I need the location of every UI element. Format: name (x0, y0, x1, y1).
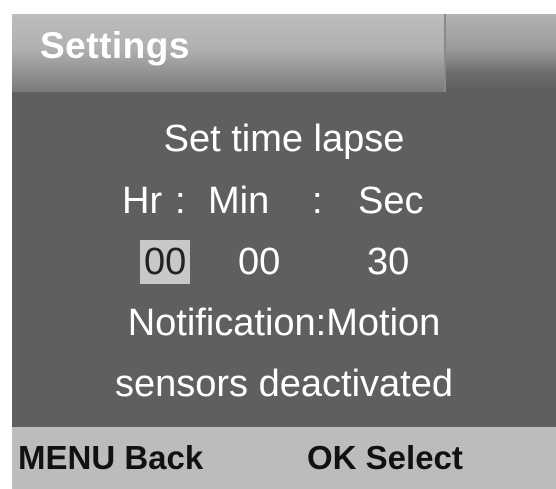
second-unit-label: Sec (358, 180, 424, 222)
notification-line-2: sensors deactivated (115, 363, 453, 405)
notification-line-1: Notification:Motion (127, 302, 441, 344)
time-lapse-panel: Set time lapse Hr : Min : Sec 00 00 30 N… (12, 92, 556, 427)
dialog-title: Set time lapse (163, 118, 405, 160)
hour-value-field[interactable]: 00 (140, 240, 191, 284)
header-filler (446, 14, 556, 92)
softkey-bar: MENU Back OK Select (12, 427, 556, 489)
minute-value-field[interactable]: 00 (236, 240, 282, 284)
header-bar: Settings (12, 14, 556, 92)
separator-1: : (175, 180, 186, 222)
minute-unit-label: Min (208, 180, 270, 222)
device-screen: Settings Set time lapse Hr : Min : Sec 0… (12, 14, 556, 489)
second-value-field[interactable]: 30 (365, 240, 411, 284)
ok-select-button[interactable]: OK Select (307, 441, 463, 474)
separator-2: : (312, 180, 323, 222)
hour-unit-label: Hr (122, 180, 163, 222)
menu-back-button[interactable]: MENU Back (18, 441, 203, 474)
settings-tab: Settings (12, 14, 446, 92)
page-title: Settings (40, 25, 190, 66)
